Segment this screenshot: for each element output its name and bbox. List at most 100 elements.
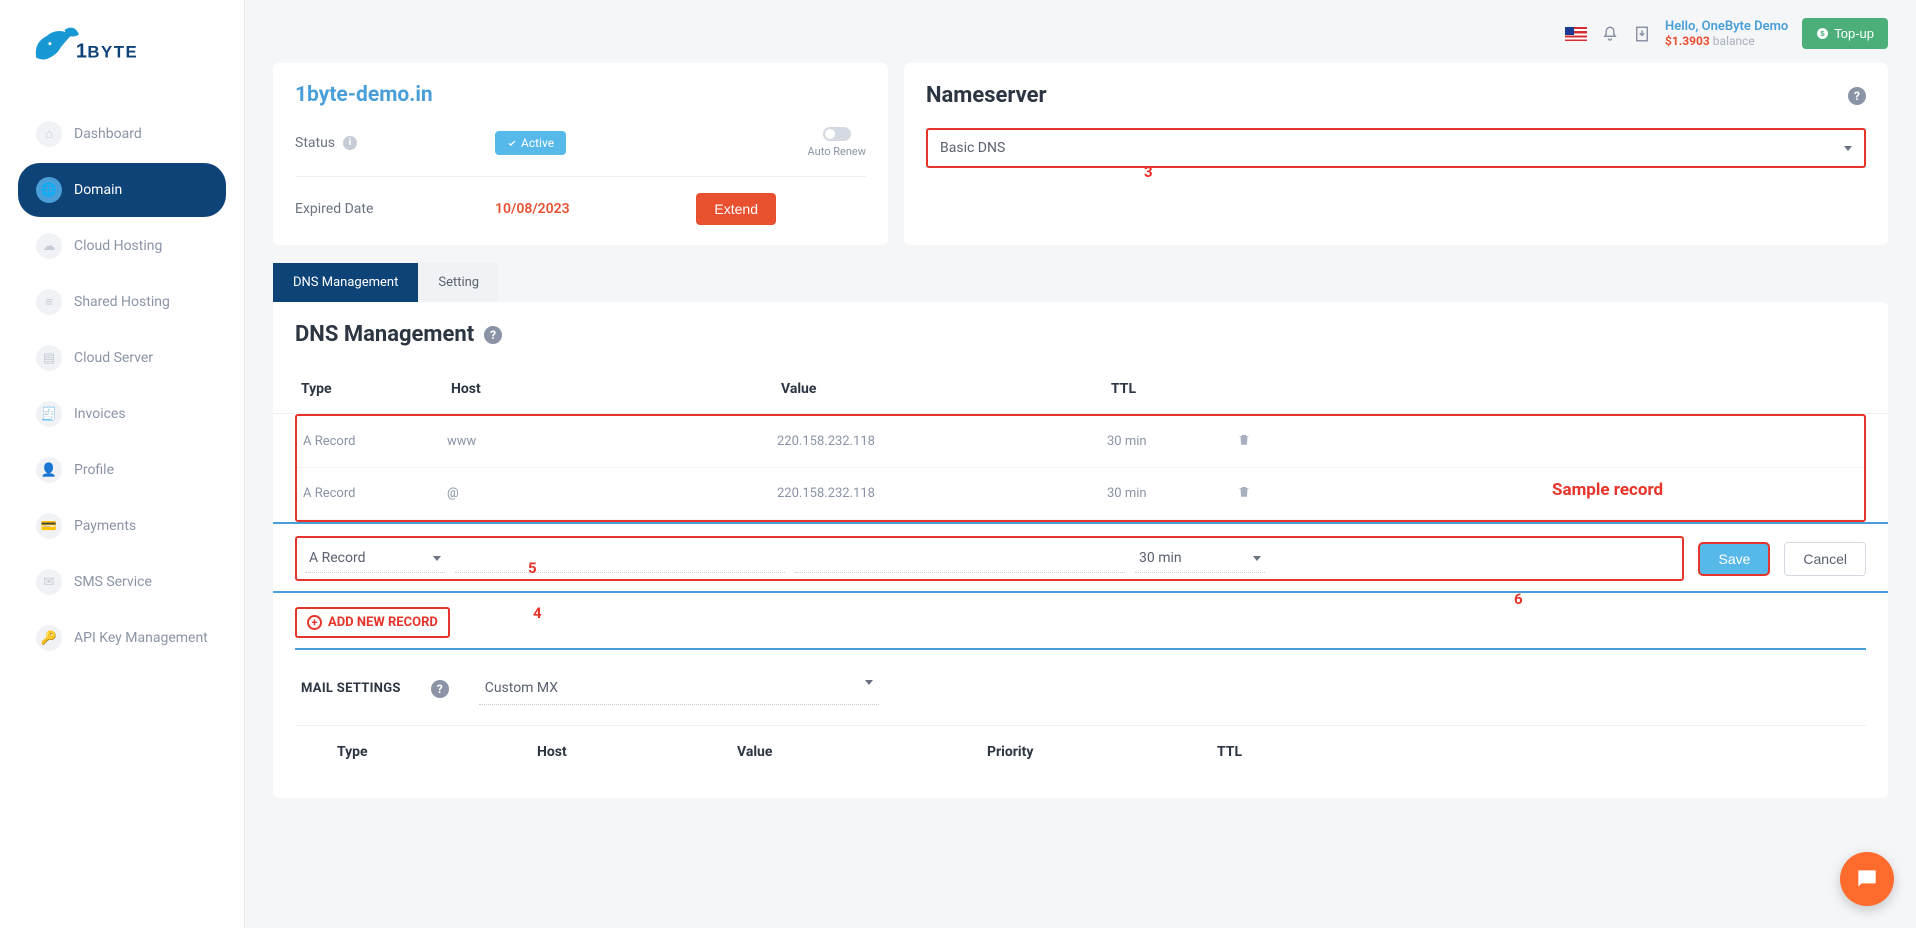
dns-table-header: Type Host Value TTL	[273, 365, 1888, 414]
auto-renew-block: Auto Renew	[808, 127, 866, 158]
nav-label: SMS Service	[74, 574, 152, 590]
sidebar-item-api-key[interactable]: 🔑 API Key Management	[18, 611, 226, 665]
table-row: A Record www 220.158.232.118 30 min	[297, 416, 1864, 468]
key-icon: 🔑	[36, 625, 62, 651]
records-highlight-box: A Record www 220.158.232.118 30 min A Re…	[295, 414, 1866, 522]
topup-button[interactable]: $ Top-up	[1802, 18, 1888, 49]
topbar: Hello, OneByte Demo $1.3903 balance $ To…	[273, 18, 1888, 49]
sidebar-item-dashboard[interactable]: ⌂ Dashboard	[18, 107, 226, 161]
trash-icon	[1237, 432, 1251, 447]
annotation-4: 4	[533, 604, 542, 622]
nav-label: Payments	[74, 518, 136, 534]
bell-icon[interactable]	[1601, 25, 1619, 43]
annotation-3: 3	[1144, 163, 1153, 181]
dns-table: Type Host Value TTL A Record www 220.158…	[273, 365, 1888, 778]
sidebar-item-profile[interactable]: 👤 Profile	[18, 443, 226, 497]
nameserver-value: Basic DNS	[940, 140, 1005, 156]
flag-icon[interactable]	[1565, 27, 1587, 41]
expired-date: 10/08/2023	[495, 201, 570, 217]
auto-renew-label: Auto Renew	[808, 145, 866, 158]
auto-renew-toggle[interactable]	[823, 127, 851, 141]
topup-label: Top-up	[1834, 26, 1874, 41]
col-value: Value	[737, 744, 987, 760]
new-record-ttl-select[interactable]: 30 min	[1135, 544, 1265, 573]
nav-label: Domain	[74, 182, 122, 198]
cell-host: www	[447, 434, 777, 449]
svg-text:BYTE: BYTE	[87, 42, 138, 61]
dns-heading: DNS Management ?	[273, 322, 1888, 347]
nav-label: Profile	[74, 462, 114, 478]
col-type: Type	[301, 381, 451, 397]
chevron-down-icon	[865, 680, 873, 685]
tab-dns-management[interactable]: DNS Management	[273, 263, 418, 302]
mail-settings-select[interactable]: Custom MX	[479, 672, 879, 705]
check-icon	[507, 138, 517, 148]
nameserver-card: Nameserver ? Basic DNS	[904, 63, 1888, 245]
new-record-type-select[interactable]: A Record	[305, 544, 445, 573]
svg-text:1: 1	[76, 40, 87, 62]
chat-button[interactable]	[1840, 852, 1894, 906]
col-ttl: TTL	[1111, 381, 1241, 397]
info-icon[interactable]: i	[343, 136, 357, 150]
nav-label: Cloud Server	[74, 350, 153, 366]
help-icon[interactable]: ?	[431, 680, 449, 698]
chat-icon	[1854, 866, 1880, 892]
main-content: Hello, OneByte Demo $1.3903 balance $ To…	[245, 0, 1916, 928]
help-icon[interactable]: ?	[484, 326, 502, 344]
tabs: DNS Management Setting	[273, 263, 1888, 302]
wallet-icon: 💳	[36, 513, 62, 539]
balance-label: balance	[1713, 34, 1755, 48]
new-record-row: A Record 30 min Save Cancel	[273, 522, 1888, 593]
cancel-button[interactable]: Cancel	[1784, 542, 1866, 576]
nav-label: API Key Management	[74, 630, 208, 646]
server-icon: ≡	[36, 289, 62, 315]
annotation-5: 5	[528, 559, 537, 577]
delete-button[interactable]	[1237, 484, 1297, 503]
annotation-sample: Sample record	[1552, 480, 1663, 500]
save-button[interactable]: Save	[1698, 542, 1770, 576]
tab-setting[interactable]: Setting	[418, 263, 499, 302]
extend-button[interactable]: Extend	[696, 193, 776, 225]
col-host: Host	[537, 744, 737, 760]
chevron-down-icon	[1253, 556, 1261, 561]
home-icon: ⌂	[36, 121, 62, 147]
sidebar-item-sms[interactable]: ✉SMS Service	[18, 555, 226, 609]
user-icon: 👤	[36, 457, 62, 483]
dns-panel: DNS Management ? Type Host Value TTL A R…	[273, 302, 1888, 798]
delete-button[interactable]	[1237, 432, 1297, 451]
new-record-host-input[interactable]	[455, 545, 785, 573]
mail-settings-label: MAIL SETTINGS	[301, 681, 401, 696]
nav-label: Shared Hosting	[74, 294, 170, 310]
nameserver-select[interactable]: Basic DNS	[926, 128, 1866, 168]
status-label: Status i	[295, 135, 495, 151]
help-icon[interactable]: ?	[1848, 87, 1866, 105]
cell-host: @	[447, 486, 777, 501]
col-host: Host	[451, 381, 781, 397]
plus-icon: +	[307, 615, 322, 630]
cell-ttl: 30 min	[1107, 434, 1237, 449]
greeting-text: Hello, OneByte Demo	[1665, 19, 1788, 34]
domain-card: 1byte-demo.in Status i Active Auto Renew	[273, 63, 888, 245]
logo-icon: 1 BYTE	[30, 20, 160, 75]
cloud-icon: ☁	[36, 233, 62, 259]
sidebar-item-payments[interactable]: 💳 Payments	[18, 499, 226, 553]
logo[interactable]: 1 BYTE	[0, 20, 244, 105]
dollar-icon: $	[1816, 27, 1829, 40]
cell-type: A Record	[303, 486, 447, 501]
domain-title: 1byte-demo.in	[295, 83, 866, 107]
sidebar-item-invoices[interactable]: 🧾Invoices	[18, 387, 226, 441]
mail-table-header: Type Host Value Priority TTL	[295, 725, 1866, 778]
nav-label: Dashboard	[74, 126, 142, 142]
sidebar-item-domain[interactable]: 🌐Domain	[18, 163, 226, 217]
cell-value: 220.158.232.118	[777, 486, 1107, 501]
sidebar-item-shared-hosting[interactable]: ≡ Shared Hosting	[18, 275, 226, 329]
sidebar-item-cloud-server[interactable]: ▤Cloud Server	[18, 331, 226, 385]
cell-value: 220.158.232.118	[777, 434, 1107, 449]
add-new-record-button[interactable]: + ADD NEW RECORD	[295, 607, 450, 638]
new-record-value-input[interactable]	[795, 545, 1125, 573]
sidebar-item-cloud-hosting[interactable]: ☁Cloud Hosting	[18, 219, 226, 273]
download-icon[interactable]	[1633, 25, 1651, 43]
user-greeting-block: Hello, OneByte Demo $1.3903 balance	[1665, 19, 1788, 48]
col-type: Type	[337, 744, 537, 760]
col-value: Value	[781, 381, 1111, 397]
